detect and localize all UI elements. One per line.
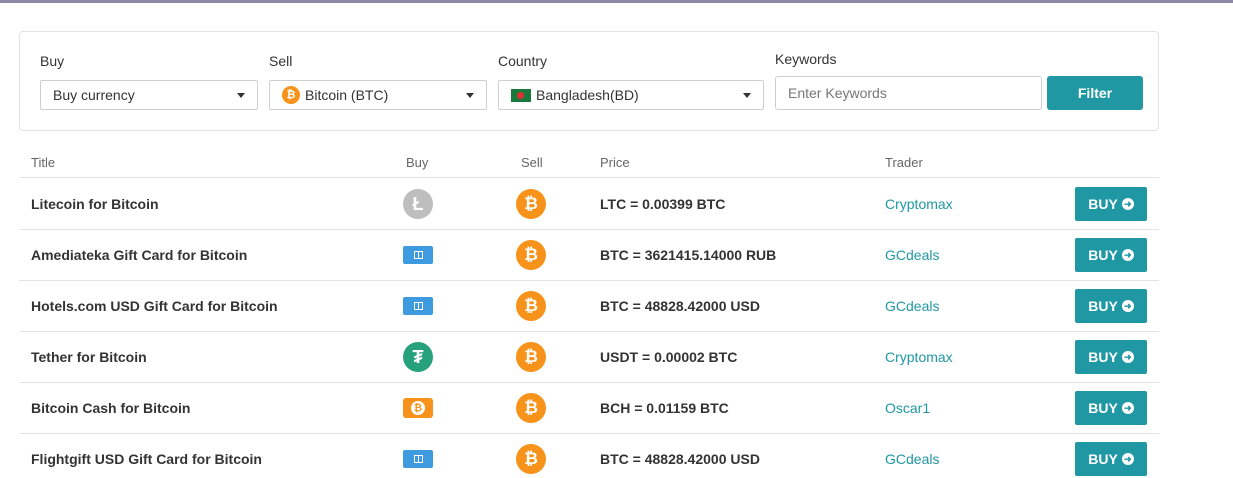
- buy-button[interactable]: BUY ➜: [1075, 238, 1147, 272]
- country-filter-label: Country: [498, 53, 548, 69]
- trader-link[interactable]: Oscar1: [885, 400, 930, 416]
- chevron-down-icon: [743, 93, 751, 98]
- buy-button-label: BUY: [1088, 349, 1118, 365]
- bitcoin-cash-icon: ₿: [403, 398, 433, 418]
- top-border: [0, 0, 1233, 3]
- filter-panel: Buy Buy currency Sell ₿ Bitcoin (BTC) Co…: [19, 31, 1159, 131]
- buy-button-label: BUY: [1088, 298, 1118, 314]
- offer-price: USDT = 0.00002 BTC: [600, 349, 738, 365]
- buy-currency-cell: Ł: [403, 189, 433, 219]
- bitcoin-icon: ₿: [516, 444, 546, 474]
- litecoin-icon: Ł: [403, 189, 433, 219]
- gift-card-icon: [403, 297, 433, 315]
- sell-currency-value: Bitcoin (BTC): [305, 87, 389, 103]
- offer-title: Hotels.com USD Gift Card for Bitcoin: [31, 298, 278, 314]
- table-row: Bitcoin Cash for Bitcoin ₿ ₿ BCH = 0.011…: [19, 383, 1159, 434]
- keywords-filter-label: Keywords: [775, 51, 837, 67]
- header-title: Title: [31, 155, 56, 170]
- sell-currency-select[interactable]: ₿ Bitcoin (BTC): [269, 80, 487, 110]
- bitcoin-icon: ₿: [516, 291, 546, 321]
- offer-title: Litecoin for Bitcoin: [31, 196, 159, 212]
- bitcoin-icon: ₿: [516, 240, 546, 270]
- arrow-right-circle-icon: ➜: [1121, 453, 1134, 465]
- buy-button[interactable]: BUY ➜: [1075, 391, 1147, 425]
- table-row: Hotels.com USD Gift Card for Bitcoin ₿ B…: [19, 281, 1159, 332]
- arrow-right-circle-icon: ➜: [1121, 249, 1134, 261]
- buy-button[interactable]: BUY ➜: [1075, 187, 1147, 221]
- buy-currency-cell: ₮: [403, 342, 433, 372]
- trader-link[interactable]: Cryptomax: [885, 349, 953, 365]
- gift-card-icon: [403, 246, 433, 264]
- country-value: Bangladesh(BD): [536, 87, 639, 103]
- table-row: Tether for Bitcoin ₮ ₿ USDT = 0.00002 BT…: [19, 332, 1159, 383]
- buy-currency-value: Buy currency: [53, 87, 135, 103]
- buy-currency-select[interactable]: Buy currency: [40, 80, 258, 110]
- buy-button-label: BUY: [1088, 247, 1118, 263]
- table-header: Title Buy Sell Price Trader: [19, 148, 1159, 178]
- bitcoin-icon: ₿: [516, 342, 546, 372]
- table-row: Flightgift USD Gift Card for Bitcoin ₿ B…: [19, 434, 1159, 478]
- trader-link[interactable]: GCdeals: [885, 451, 939, 467]
- table-row: Litecoin for Bitcoin Ł ₿ LTC = 0.00399 B…: [19, 179, 1159, 230]
- gift-card-icon: [403, 450, 433, 468]
- offer-price: BTC = 3621415.14000 RUB: [600, 247, 777, 263]
- keywords-input[interactable]: [775, 76, 1042, 110]
- offer-title: Tether for Bitcoin: [31, 349, 147, 365]
- chevron-down-icon: [466, 93, 474, 98]
- trader-link[interactable]: GCdeals: [885, 247, 939, 263]
- chevron-down-icon: [237, 93, 245, 98]
- tether-icon: ₮: [403, 342, 433, 372]
- buy-button-label: BUY: [1088, 451, 1118, 467]
- buy-currency-cell: [403, 444, 433, 474]
- arrow-right-circle-icon: ➜: [1121, 300, 1134, 312]
- header-trader: Trader: [885, 155, 923, 170]
- trader-link[interactable]: GCdeals: [885, 298, 939, 314]
- buy-currency-cell: [403, 240, 433, 270]
- header-sell: Sell: [521, 155, 543, 170]
- country-select[interactable]: Bangladesh(BD): [498, 80, 764, 110]
- arrow-right-circle-icon: ➜: [1121, 198, 1134, 210]
- offer-price: LTC = 0.00399 BTC: [600, 196, 726, 212]
- sell-filter-label: Sell: [269, 53, 293, 69]
- buy-currency-cell: ₿: [403, 393, 433, 423]
- buy-button-label: BUY: [1088, 400, 1118, 416]
- buy-button[interactable]: BUY ➜: [1075, 340, 1147, 374]
- bitcoin-icon: ₿: [282, 86, 300, 104]
- bangladesh-flag-icon: [511, 88, 531, 102]
- buy-button[interactable]: BUY ➜: [1075, 289, 1147, 323]
- buy-currency-cell: [403, 291, 433, 321]
- offer-title: Amediateka Gift Card for Bitcoin: [31, 247, 248, 263]
- header-buy: Buy: [406, 155, 429, 170]
- offer-price: BTC = 48828.42000 USD: [600, 451, 760, 467]
- buy-filter-label: Buy: [40, 53, 65, 69]
- trader-link[interactable]: Cryptomax: [885, 196, 953, 212]
- offer-price: BTC = 48828.42000 USD: [600, 298, 760, 314]
- arrow-right-circle-icon: ➜: [1121, 351, 1134, 363]
- bitcoin-icon: ₿: [516, 393, 546, 423]
- offer-price: BCH = 0.01159 BTC: [600, 400, 729, 416]
- header-price: Price: [600, 155, 630, 170]
- buy-button-label: BUY: [1088, 196, 1118, 212]
- bitcoin-icon: ₿: [516, 189, 546, 219]
- arrow-right-circle-icon: ➜: [1121, 402, 1134, 414]
- buy-button[interactable]: BUY ➜: [1075, 442, 1147, 476]
- offer-title: Flightgift USD Gift Card for Bitcoin: [31, 451, 262, 467]
- table-row: Amediateka Gift Card for Bitcoin ₿ BTC =…: [19, 230, 1159, 281]
- offer-title: Bitcoin Cash for Bitcoin: [31, 400, 191, 416]
- filter-button[interactable]: Filter: [1047, 76, 1143, 110]
